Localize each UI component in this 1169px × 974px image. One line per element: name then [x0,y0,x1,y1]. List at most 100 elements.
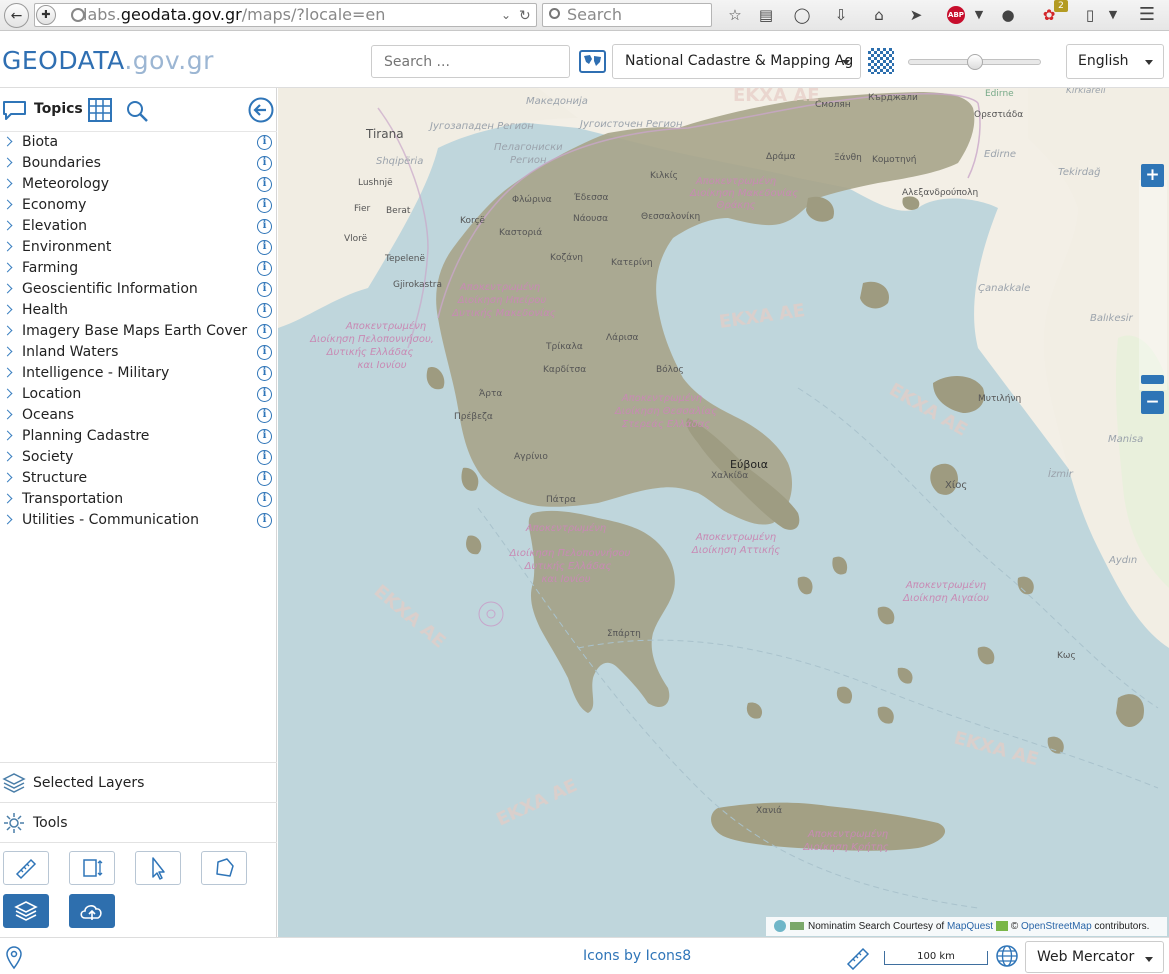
info-icon[interactable]: i [257,408,272,423]
grid-icon[interactable] [88,98,112,122]
info-icon[interactable]: i [257,366,272,381]
osm-link[interactable]: OpenStreetMap [1021,921,1092,932]
topic-item[interactable]: Environment i [0,237,277,258]
chevron-right-icon[interactable] [2,346,13,357]
icons-credit-link[interactable]: Icons by Icons8 [583,948,691,964]
zoom-out-button[interactable]: − [1141,391,1164,414]
chevron-down-icon[interactable]: ▼ [1104,6,1122,24]
home-icon[interactable]: ⌂ [870,6,888,24]
info-icon[interactable]: i [257,303,272,318]
chevron-right-icon[interactable] [2,220,13,231]
opacity-slider-handle[interactable] [967,54,983,70]
url-bar[interactable]: ✚ labs.geodata.gov.gr/maps/?locale=en ⌄ … [34,3,537,27]
chevron-right-icon[interactable] [2,283,13,294]
chevron-right-icon[interactable] [2,514,13,525]
site-identity-icon[interactable]: ✚ [36,5,56,25]
pocket-icon[interactable]: ◯ [793,6,811,24]
info-icon[interactable]: i [257,156,272,171]
info-icon[interactable]: i [257,198,272,213]
speech-bubble-icon[interactable] [2,100,28,122]
clipboard-icon[interactable]: ▯ [1081,6,1099,24]
world-map-icon[interactable] [579,48,606,75]
upload-button[interactable] [69,894,115,928]
chevron-right-icon[interactable] [2,430,13,441]
topic-item[interactable]: Oceans i [0,405,277,426]
info-icon[interactable]: i [257,282,272,297]
opacity-slider[interactable] [908,54,1041,70]
info-icon[interactable]: i [257,324,272,339]
topic-item[interactable]: Society i [0,447,277,468]
topic-item[interactable]: Farming i [0,258,277,279]
chevron-right-icon[interactable] [2,493,13,504]
search-icon[interactable] [125,99,149,123]
zoom-in-button[interactable]: + [1141,164,1164,187]
info-icon[interactable]: i [257,513,272,528]
layers-toggle-button[interactable] [3,894,49,928]
collapse-arrow-icon[interactable] [248,97,274,123]
topic-item[interactable]: Economy i [0,195,277,216]
mapquest-link[interactable]: MapQuest [947,921,993,932]
topic-item[interactable]: Elevation i [0,216,277,237]
send-icon[interactable]: ➤ [907,6,925,24]
reading-list-icon[interactable]: ▤ [757,6,775,24]
info-icon[interactable]: i [257,177,272,192]
topic-item[interactable]: Transportation i [0,489,277,510]
info-icon[interactable]: i [257,219,272,234]
selected-layers-row[interactable]: Selected Layers [0,762,277,802]
reload-icon[interactable]: ↻ [519,5,531,26]
zoom-slider-thumb[interactable] [1141,375,1164,384]
globe-icon[interactable] [995,944,1019,968]
chevron-right-icon[interactable] [2,472,13,483]
measure-area-button[interactable] [69,851,115,885]
basemap-provider-select[interactable]: National Cadastre & Mapping Ag [612,44,861,79]
measure-distance-button[interactable] [3,851,49,885]
info-icon[interactable]: i [257,240,272,255]
chevron-right-icon[interactable] [2,157,13,168]
topic-item[interactable]: Biota i [0,132,277,153]
site-logo[interactable]: GEODATA.gov.gr [2,46,214,75]
chevron-right-icon[interactable] [2,136,13,147]
tools-row[interactable]: Tools [0,802,277,842]
draw-polygon-button[interactable] [201,851,247,885]
topic-item[interactable]: Geoscientific Information i [0,279,277,300]
chevron-right-icon[interactable] [2,241,13,252]
select-tool-button[interactable] [135,851,181,885]
chevron-right-icon[interactable] [2,262,13,273]
language-select[interactable]: English [1066,44,1164,79]
adblock-icon[interactable]: ABP [947,6,965,24]
topic-item[interactable]: Boundaries i [0,153,277,174]
location-pin-icon[interactable] [5,946,23,970]
bookmark-star-icon[interactable]: ☆ [726,6,744,24]
chevron-right-icon[interactable] [2,367,13,378]
topic-item[interactable]: Intelligence - Military i [0,363,277,384]
location-search-input[interactable] [371,45,570,78]
hamburger-menu-icon[interactable]: ☰ [1138,6,1156,24]
info-icon[interactable]: i [257,450,272,465]
info-icon[interactable]: i [257,429,272,444]
back-button[interactable]: ← [4,3,29,28]
topic-item[interactable]: Utilities - Communication i [0,510,277,531]
map-canvas[interactable]: Tirana Shqipëria Lushnjë Fier Berat Vlor… [278,88,1169,937]
chat-icon[interactable]: ● [999,6,1017,24]
topic-item[interactable]: Structure i [0,468,277,489]
browser-search-box[interactable]: Search [542,3,712,27]
chevron-right-icon[interactable] [2,451,13,462]
info-icon[interactable]: i [257,345,272,360]
info-icon[interactable]: i [257,492,272,507]
chevron-right-icon[interactable] [2,178,13,189]
chevron-down-icon[interactable]: ▼ [970,6,988,24]
chevron-right-icon[interactable] [2,325,13,336]
topic-item[interactable]: Planning Cadastre i [0,426,277,447]
download-icon[interactable]: ⇩ [832,6,850,24]
topic-item[interactable]: Meteorology i [0,174,277,195]
ruler-icon[interactable] [845,944,871,970]
url-dropdown-icon[interactable]: ⌄ [501,4,511,26]
topic-item[interactable]: Imagery Base Maps Earth Cover i [0,321,277,342]
topic-item[interactable]: Health i [0,300,277,321]
chevron-right-icon[interactable] [2,199,13,210]
projection-select[interactable]: Web Mercator [1025,941,1164,973]
info-icon[interactable]: i [257,135,272,150]
chevron-right-icon[interactable] [2,388,13,399]
chevron-right-icon[interactable] [2,304,13,315]
info-icon[interactable]: i [257,261,272,276]
